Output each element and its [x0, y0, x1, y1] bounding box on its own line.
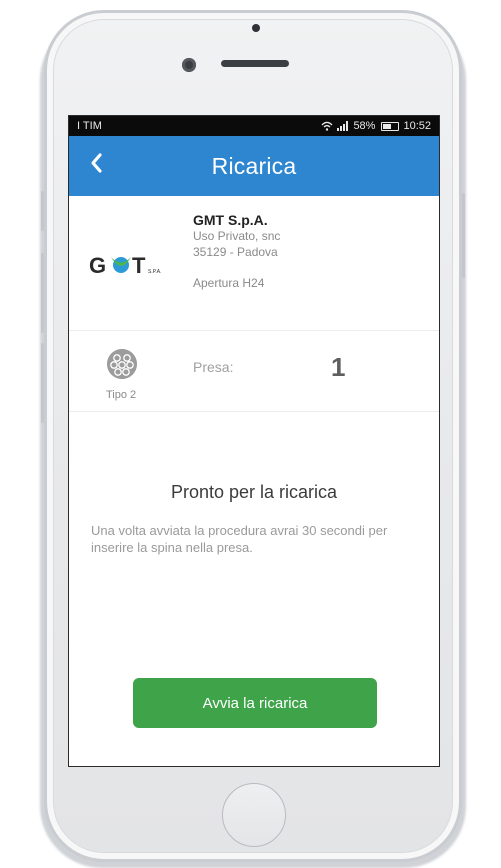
- station-hours: Apertura H24: [193, 276, 265, 290]
- app-screen: I TIM 58% 10:52 Ricarica G T S.P.A. GMT …: [68, 115, 440, 767]
- nav-bar: Ricarica: [69, 136, 439, 196]
- socket-number: 1: [331, 352, 346, 382]
- connector-type: Tipo 2: [106, 389, 137, 401]
- station-address-line2: 35129 - Padova: [193, 245, 278, 259]
- station-address-line1: Uso Privato, snc: [193, 229, 281, 243]
- back-button[interactable]: [89, 150, 103, 180]
- status-time: 10:52: [403, 120, 431, 132]
- socket-label: Presa:: [193, 359, 234, 375]
- gmt-logo: G T S.P.A.: [89, 253, 162, 278]
- connector-row: Tipo 2 Presa: 1: [69, 331, 439, 412]
- station-name: GMT S.p.A.: [193, 212, 268, 228]
- station-info: G T S.P.A. GMT S.p.A. Uso Privato, snc 3…: [69, 196, 439, 331]
- mute-switch: [41, 191, 44, 231]
- status-indicators: 58% 10:52: [321, 120, 431, 132]
- battery-icon: [381, 121, 400, 131]
- logo-letter-g: G: [89, 253, 106, 278]
- page-title: Ricarica: [211, 152, 297, 179]
- logo-suffix: S.P.A.: [148, 269, 162, 275]
- carrier-label: I TIM: [77, 120, 102, 132]
- chevron-left-icon: [91, 153, 102, 173]
- wifi-icon: [321, 121, 333, 131]
- ready-hint: Una volta avviata la procedura avrai 30 …: [91, 523, 388, 555]
- power-button: [462, 193, 465, 278]
- home-button[interactable]: [222, 783, 286, 847]
- volume-up-button: [41, 253, 44, 333]
- battery-percent: 58%: [353, 120, 376, 132]
- earpiece-speaker: [221, 60, 289, 67]
- front-camera: [182, 58, 196, 72]
- signal-icon: [337, 121, 349, 131]
- type2-plug-icon: [107, 349, 137, 379]
- start-charging-button[interactable]: Avvia la ricarica: [133, 678, 377, 728]
- front-sensor: [252, 24, 260, 32]
- status-bar: I TIM 58% 10:52: [69, 116, 439, 136]
- ready-title: Pronto per la ricarica: [170, 482, 338, 502]
- logo-letter-t: T: [132, 253, 146, 278]
- volume-down-button: [41, 343, 44, 423]
